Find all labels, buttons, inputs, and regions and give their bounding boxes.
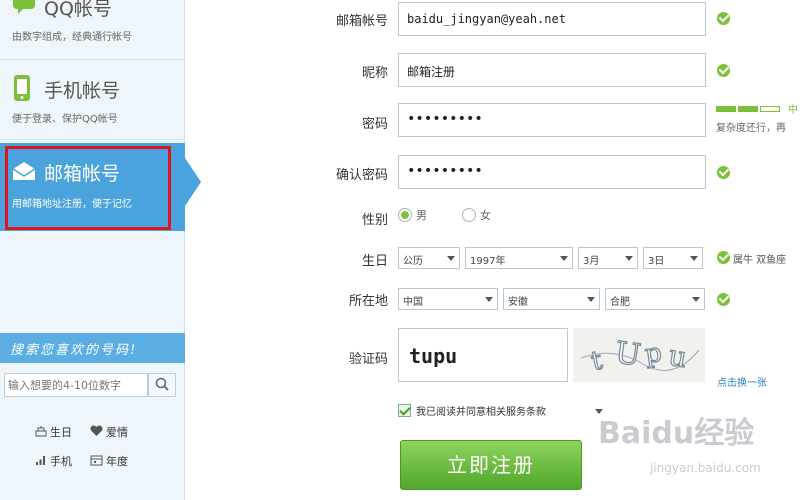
filter-label: 手机: [50, 455, 72, 468]
radio-dot: [462, 208, 476, 222]
valid-check-icon: [717, 64, 730, 77]
valid-check-icon: [717, 251, 730, 264]
email-field[interactable]: baidu_jingyan@yeah.net: [398, 2, 706, 36]
calendar-icon: [90, 454, 103, 469]
sidebar-item-mobile-account[interactable]: 手机帐号 便于登录、保护QQ帐号: [0, 62, 185, 140]
select-value: 中国: [403, 297, 423, 308]
signal-icon: [35, 454, 47, 469]
radio-dot: [398, 208, 412, 222]
password-label: 密码: [361, 117, 388, 132]
sidebar-item-label: QQ帐号: [44, 0, 112, 20]
qq-chat-icon: [12, 0, 36, 18]
cake-icon: [35, 425, 47, 440]
select-value: 3月: [583, 256, 600, 267]
country-select[interactable]: 中国: [398, 288, 498, 310]
watermark-url: jingyan.baidu.com: [650, 461, 761, 475]
search-icon: [155, 376, 169, 395]
heart-icon: [90, 424, 103, 440]
number-search-banner: 搜索您喜欢的号码!: [0, 333, 185, 363]
agree-terms-checkbox[interactable]: 我已阅读并同意相关服务条款: [398, 403, 546, 418]
gender-label: 性别: [361, 213, 388, 228]
confirm-password-field[interactable]: •••••••••: [398, 155, 706, 189]
filter-label: 爱情: [106, 426, 128, 439]
mobile-phone-icon: [12, 74, 32, 106]
captcha-input[interactable]: tupu: [398, 328, 568, 382]
baidu-watermark: Baidu经验: [598, 416, 755, 451]
birthday-label: 生日: [361, 254, 388, 269]
svg-text:t: t: [589, 345, 606, 377]
radio-label: 女: [480, 209, 491, 222]
password-field[interactable]: •••••••••: [398, 103, 706, 137]
password-strength-meter: [716, 106, 780, 112]
gender-female-radio[interactable]: 女: [462, 207, 491, 223]
svg-text:p: p: [643, 338, 664, 370]
nickname-field[interactable]: 邮箱注册: [398, 53, 706, 87]
search-button[interactable]: [148, 373, 176, 397]
birth-month-select[interactable]: 3月: [578, 247, 638, 269]
select-value: 3日: [648, 256, 665, 267]
valid-check-icon: [717, 12, 730, 25]
number-search-input[interactable]: [4, 373, 148, 397]
sidebar-item-desc: 便于登录、保护QQ帐号: [12, 114, 118, 125]
select-value: 合肥: [610, 297, 630, 308]
sidebar-item-desc: 由数字组成，经典通行帐号: [12, 32, 132, 43]
highlight-box: [5, 146, 171, 230]
strength-level: 中: [788, 105, 798, 116]
valid-check-icon: [717, 166, 730, 179]
filter-label: 生日: [50, 426, 72, 439]
captcha-image[interactable]: t U p u: [573, 328, 705, 382]
radio-label: 男: [416, 209, 427, 222]
select-value: 安徽: [508, 297, 528, 308]
province-select[interactable]: 安徽: [503, 288, 600, 310]
svg-text:u: u: [666, 339, 690, 375]
sidebar-item-qq-account[interactable]: QQ帐号 由数字组成，经典通行帐号: [0, 0, 185, 60]
calendar-type-select[interactable]: 公历: [398, 247, 460, 269]
filter-year[interactable]: 年度: [90, 453, 128, 469]
zodiac-hint: 属牛 双鱼座: [733, 255, 787, 266]
select-value: 公历: [403, 256, 423, 267]
location-label: 所在地: [348, 294, 388, 309]
birth-day-select[interactable]: 3日: [643, 247, 703, 269]
email-label: 邮箱帐号: [335, 14, 388, 29]
gender-male-radio[interactable]: 男: [398, 207, 427, 223]
agree-terms-label: 我已阅读并同意相关服务条款: [416, 407, 546, 418]
confirm-password-label: 确认密码: [335, 168, 388, 183]
strength-hint: 复杂度还行，再: [716, 123, 786, 134]
valid-check-icon: [717, 293, 730, 306]
birth-year-select[interactable]: 1997年: [465, 247, 573, 269]
register-button[interactable]: 立即注册: [400, 440, 582, 490]
account-type-sidebar: QQ帐号 由数字组成，经典通行帐号 手机帐号 便于登录、保护QQ帐号 邮箱帐号 …: [0, 0, 185, 500]
sidebar-item-label: 手机帐号: [44, 80, 121, 102]
city-select[interactable]: 合肥: [605, 288, 705, 310]
filter-label: 年度: [106, 455, 128, 468]
captcha-label: 验证码: [348, 352, 388, 367]
select-value: 1997年: [470, 256, 506, 267]
filter-birthday[interactable]: 生日: [35, 424, 72, 440]
captcha-refresh-link[interactable]: 点击换一张: [717, 374, 767, 389]
active-item-pointer: [185, 158, 201, 206]
filter-mobile[interactable]: 手机: [35, 453, 72, 469]
svg-text:U: U: [613, 335, 643, 373]
filter-love[interactable]: 爱情: [90, 424, 128, 440]
checkbox-checked-icon: [398, 404, 411, 417]
nickname-label: 昵称: [361, 66, 388, 81]
